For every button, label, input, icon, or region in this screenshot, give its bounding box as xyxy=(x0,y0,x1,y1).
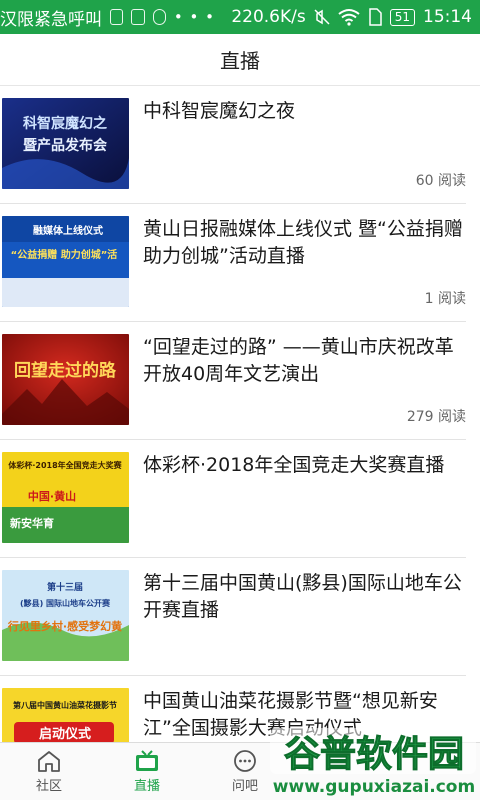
item-title[interactable]: “回望走过的路” ——黄山市庆祝改革开放40周年文艺演出 xyxy=(143,334,468,388)
item-title[interactable]: 体彩杯·2018年全国竞走大奖赛直播 xyxy=(143,452,468,479)
item-title[interactable]: 中科智宸魔幻之夜 xyxy=(143,98,468,125)
thumb-text: 启动仪式 xyxy=(39,726,91,742)
watermark-text: 谷普软件园 xyxy=(284,734,464,775)
thumb-text: 科智宸魔幻之 xyxy=(23,115,107,132)
page-title: 直播 xyxy=(220,49,260,73)
read-count: 60 阅读 xyxy=(415,173,466,189)
tab-label: 社区 xyxy=(35,779,62,794)
tv-icon xyxy=(136,750,158,771)
thumb-text: 回望走过的路 xyxy=(14,360,117,381)
thumb-text: “公益捐赠 助力创城”活 xyxy=(11,248,118,261)
thumb-text: 第八届中国黄山油菜花摄影节 xyxy=(13,700,117,710)
notification-icon xyxy=(131,9,145,25)
tab-live[interactable]: 直播 xyxy=(98,743,196,800)
read-count: 279 阅读 xyxy=(406,409,466,425)
thumbnail: 回望走过的路 xyxy=(2,334,129,425)
thumb-text: 暨产品发布会 xyxy=(23,137,108,154)
mute-icon xyxy=(314,9,330,25)
wifi-icon xyxy=(338,9,360,26)
watermark-logo: 谷普软件园 www.gupuxiazai.com xyxy=(270,728,476,797)
thumb-text: 体彩杯·2018年全国竞走大奖赛 xyxy=(8,460,122,470)
status-bar: 汉限紧急呼叫 • • • 220.6K/s 51 15:14 xyxy=(0,0,480,34)
thumb-text: 融媒体上线仪式 xyxy=(33,224,103,237)
home-icon xyxy=(38,751,60,772)
thumbnail: 第八届中国黄山油菜花摄影节 启动仪式 xyxy=(2,688,129,742)
header: 直播 xyxy=(0,34,480,86)
thumb-text: 行见里乡村·感受梦幻黄 xyxy=(7,619,122,633)
more-dots: • • • xyxy=(173,8,215,26)
thumb-text: (黟县) 国际山地车公开赛 xyxy=(20,598,111,608)
thumb-text: 新安华育 xyxy=(10,516,54,530)
thumbnail: 科智宸魔幻之 暨产品发布会 xyxy=(2,98,129,189)
battery-level: 51 xyxy=(389,8,415,26)
watermark-url: www.gupuxiazai.com xyxy=(273,777,475,797)
list-item[interactable]: 回望走过的路 “回望走过的路” ——黄山市庆祝改革开放40周年文艺演出 279 … xyxy=(0,322,480,440)
thumb-text: 第十三届 xyxy=(47,581,83,593)
list-item[interactable]: 第十三届 (黟县) 国际山地车公开赛 行见里乡村·感受梦幻黄 第十三届中国黄山(… xyxy=(0,558,480,676)
list-item[interactable]: 体彩杯·2018年全国竞走大奖赛 中国·黄山 新安华育 体彩杯·2018年全国竞… xyxy=(0,440,480,558)
shield-icon xyxy=(152,9,166,25)
list-item[interactable]: 融媒体上线仪式 “公益捐赠 助力创城”活 黄山日报融媒体上线仪式 暨“公益捐赠 … xyxy=(0,204,480,322)
gallery-icon xyxy=(110,9,124,25)
sim-icon xyxy=(368,8,382,26)
item-title[interactable]: 黄山日报融媒体上线仪式 暨“公益捐赠 助力创城”活动直播 xyxy=(143,216,468,270)
tab-label: 直播 xyxy=(133,779,160,794)
thumbnail: 体彩杯·2018年全国竞走大奖赛 中国·黄山 新安华育 xyxy=(2,452,129,543)
chat-icon xyxy=(234,750,256,772)
live-list[interactable]: 科智宸魔幻之 暨产品发布会 中科智宸魔幻之夜 60 阅读 融媒体上线仪式 “公益… xyxy=(0,86,480,742)
clock: 15:14 xyxy=(423,7,472,27)
thumbnail: 第十三届 (黟县) 国际山地车公开赛 行见里乡村·感受梦幻黄 xyxy=(2,570,129,661)
tab-community[interactable]: 社区 xyxy=(0,743,98,800)
tab-label: 问吧 xyxy=(231,779,258,794)
item-title[interactable]: 第十三届中国黄山(黟县)国际山地车公开赛直播 xyxy=(143,570,468,624)
emergency-ticker: 汉限紧急呼叫 xyxy=(0,9,102,30)
thumbnail: 融媒体上线仪式 “公益捐赠 助力创城”活 xyxy=(2,216,129,307)
list-item[interactable]: 科智宸魔幻之 暨产品发布会 中科智宸魔幻之夜 60 阅读 xyxy=(0,86,480,204)
read-count: 1 阅读 xyxy=(424,291,466,307)
thumb-text: 中国·黄山 xyxy=(28,489,76,503)
net-speed: 220.6K/s xyxy=(231,7,306,27)
